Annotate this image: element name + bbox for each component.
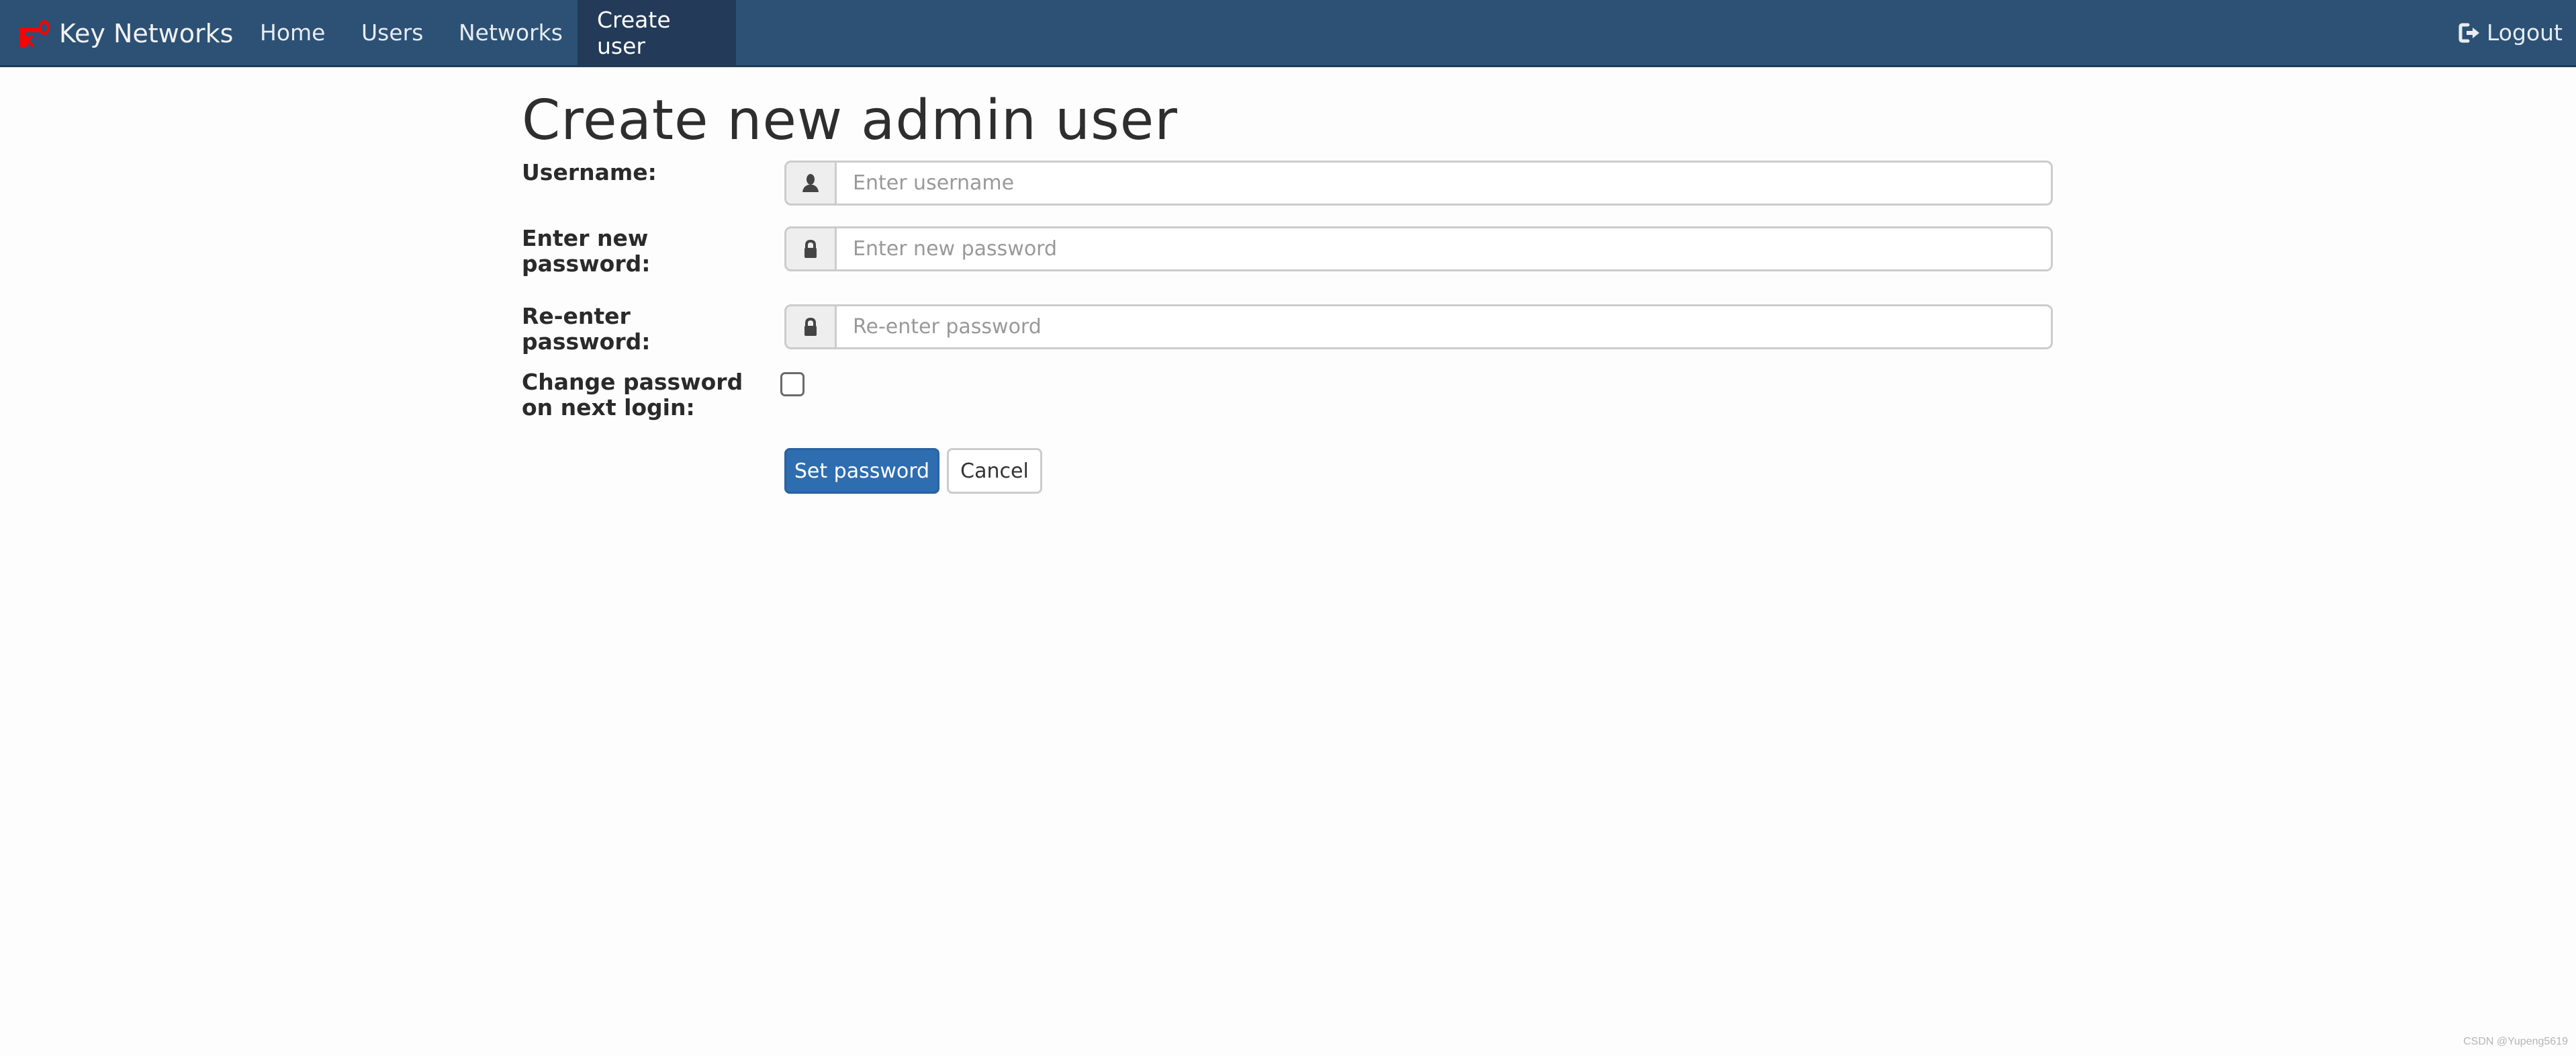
change-password-label: Change password on next login: <box>522 369 764 421</box>
watermark: CSDN @Yupeng5619 <box>2463 1036 2568 1047</box>
change-password-label-line2: on next login: <box>522 394 695 421</box>
logout-link[interactable]: Logout <box>2458 0 2563 65</box>
navbar: Key Networks Home Users Networks Create … <box>0 0 2576 67</box>
new-password-input[interactable] <box>837 226 2053 271</box>
new-password-input-group <box>784 226 2053 271</box>
page-title: Create new admin user <box>522 89 1178 152</box>
user-icon <box>802 173 819 192</box>
lock-icon <box>804 317 817 336</box>
username-input-group <box>784 161 2053 206</box>
brand-label: Key Networks <box>59 19 234 48</box>
nav-item-create-user[interactable]: Create user <box>578 0 736 65</box>
lock-icon-addon <box>784 226 837 271</box>
nav-item-users[interactable]: Users <box>342 0 443 65</box>
nav-item-networks[interactable]: Networks <box>439 0 582 65</box>
set-password-button[interactable]: Set password <box>784 448 939 494</box>
username-label: Username: <box>522 159 657 185</box>
reenter-password-input-group <box>784 304 2053 349</box>
brand-link[interactable]: Key Networks <box>17 0 233 67</box>
new-password-label-line2: password: <box>522 251 651 277</box>
reenter-password-label: Re-enter password: <box>522 303 651 355</box>
change-password-checkbox[interactable] <box>780 372 804 396</box>
new-password-label: Enter new password: <box>522 226 764 277</box>
reenter-password-input[interactable] <box>837 304 2053 349</box>
new-password-label-line1: Enter new <box>522 225 649 251</box>
lock-icon-addon <box>784 304 837 349</box>
nav-item-home[interactable]: Home <box>240 0 344 65</box>
username-input[interactable] <box>837 161 2053 206</box>
change-password-label-line1: Change password <box>522 369 743 395</box>
user-icon-addon <box>784 161 837 206</box>
cancel-button[interactable]: Cancel <box>947 448 1042 494</box>
logout-icon <box>2458 23 2479 42</box>
key-logo-icon <box>20 20 50 48</box>
logout-label: Logout <box>2487 19 2563 46</box>
lock-icon <box>804 239 817 258</box>
